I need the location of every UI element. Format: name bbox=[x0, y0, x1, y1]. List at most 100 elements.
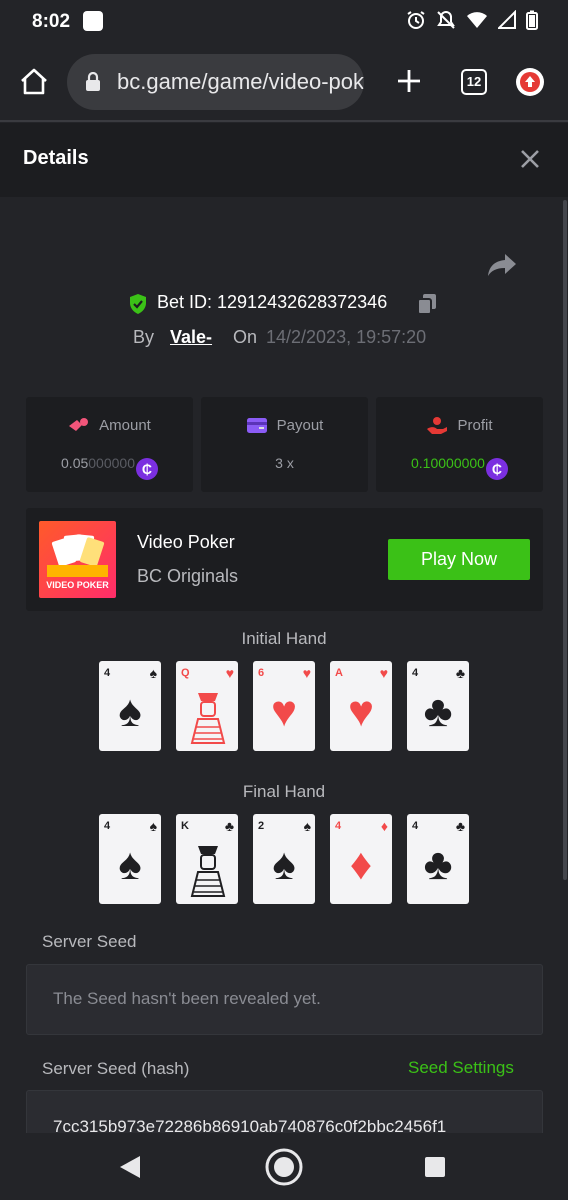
coin-icon: ₵ bbox=[135, 458, 158, 480]
bet-id: Bet ID: 12912432628372346 bbox=[157, 292, 388, 312]
mute-icon bbox=[437, 10, 455, 29]
card-suit-big-icon: ♥ bbox=[270, 687, 298, 736]
share-icon[interactable] bbox=[486, 252, 518, 278]
playing-card: Q ♥ bbox=[176, 661, 238, 751]
profit-value-dim: 0000000 bbox=[430, 455, 485, 471]
card-suit-big-icon: ♣ bbox=[423, 840, 453, 889]
game-card: VIDEO POKER Video Poker BC Originals Pla… bbox=[26, 508, 543, 611]
amount-header: Amount bbox=[26, 416, 193, 434]
user-link[interactable]: Vale- bbox=[170, 327, 212, 348]
card-suit-icon: ♣ bbox=[455, 818, 465, 834]
profit-label: Profit bbox=[457, 417, 493, 434]
card-rank: 4 bbox=[412, 820, 419, 832]
card-suit-big-icon: ♣ bbox=[423, 687, 453, 736]
card-suit-icon: ♥ bbox=[302, 665, 311, 681]
playing-card: K ♣ bbox=[176, 814, 238, 904]
back-icon[interactable] bbox=[118, 1154, 142, 1180]
card-suit-big-icon: ♦ bbox=[349, 840, 373, 889]
battery-icon bbox=[526, 10, 538, 30]
card-rank: 4 bbox=[104, 820, 111, 832]
final-hand-label: Final Hand bbox=[242, 782, 326, 801]
server-seed-hash-label: Server Seed (hash) bbox=[42, 1059, 190, 1078]
profit-value-main: 0.1 bbox=[411, 455, 431, 471]
coin-icon: ₵ bbox=[485, 458, 508, 480]
playing-card: A ♥ ♥ bbox=[330, 661, 392, 751]
card-suit-big-icon: ♠ bbox=[118, 687, 142, 736]
home-nav-icon[interactable] bbox=[264, 1147, 304, 1187]
recents-icon[interactable] bbox=[424, 1156, 446, 1178]
status-time: 8:02 bbox=[32, 11, 71, 32]
card-suit-icon: ♥ bbox=[225, 665, 234, 681]
notification-icon bbox=[83, 11, 103, 31]
profit-box: Profit 0.10000000 ₵ bbox=[376, 397, 543, 492]
profit-header: Profit bbox=[376, 416, 543, 434]
home-icon[interactable] bbox=[18, 66, 50, 98]
amount-label: Amount bbox=[99, 417, 151, 434]
payout-box: Payout 3 x bbox=[201, 397, 368, 492]
details-header: Details bbox=[0, 123, 568, 197]
alarm-icon bbox=[407, 11, 425, 29]
url-text: bc.game/game/video-poker bbox=[117, 69, 364, 94]
game-provider: BC Originals bbox=[137, 566, 239, 586]
face-card-figure-icon bbox=[190, 693, 226, 744]
wifi-icon bbox=[467, 12, 487, 28]
update-menu-icon[interactable] bbox=[516, 68, 544, 96]
copy-icon[interactable] bbox=[417, 293, 437, 315]
initial-hand-label: Initial Hand bbox=[241, 629, 327, 648]
game-thumb-text: VIDEO POKER bbox=[46, 580, 109, 590]
tab-switcher-button[interactable]: 12 bbox=[461, 69, 487, 95]
wallet-icon bbox=[246, 418, 267, 433]
server-seed-box: The Seed hasn't been revealed yet. bbox=[26, 964, 543, 1035]
card-suit-icon: ♣ bbox=[455, 665, 465, 681]
card-rank: 4 bbox=[412, 667, 419, 679]
server-seed-value: The Seed hasn't been revealed yet. bbox=[53, 989, 321, 1008]
amount-icon bbox=[69, 418, 89, 431]
payout-value: 3 x bbox=[275, 455, 294, 471]
lock-icon bbox=[86, 72, 100, 91]
payout-label: Payout bbox=[276, 417, 324, 434]
card-suit-icon: ♠ bbox=[149, 818, 157, 834]
details-title: Details bbox=[23, 147, 89, 169]
seed-settings-link[interactable]: Seed Settings bbox=[408, 1058, 514, 1078]
arrow-up-icon bbox=[520, 72, 540, 92]
play-now-button[interactable]: Play Now bbox=[388, 539, 530, 580]
close-icon[interactable] bbox=[517, 146, 543, 172]
on-label: On bbox=[233, 327, 258, 347]
screen: { "status": { "time": "8:02" }, "browser… bbox=[0, 0, 568, 1200]
card-rank: 6 bbox=[258, 667, 265, 679]
card-rank: Q bbox=[181, 667, 190, 679]
playing-card: 6 ♥ ♥ bbox=[253, 661, 315, 751]
card-suit-icon: ♣ bbox=[224, 818, 234, 834]
playing-card: 2 ♠ ♠ bbox=[253, 814, 315, 904]
url-bar[interactable]: bc.game/game/video-poker bbox=[67, 54, 364, 110]
card-suit-icon: ♠ bbox=[303, 818, 311, 834]
bet-date: 14/2/2023, 19:57:20 bbox=[266, 327, 427, 347]
face-card-figure-icon bbox=[190, 846, 226, 897]
card-rank: 4 bbox=[335, 820, 342, 832]
game-thumbnail[interactable]: VIDEO POKER bbox=[39, 521, 116, 598]
server-seed-label: Server Seed bbox=[42, 932, 137, 951]
signal-icon bbox=[498, 10, 516, 29]
card-suit-icon: ♥ bbox=[379, 665, 388, 681]
card-rank: K bbox=[181, 820, 189, 832]
browser-toolbar: bc.game/game/video-poker 12 bbox=[0, 42, 568, 122]
amount-box: Amount 0.05000000 ₵ bbox=[26, 397, 193, 492]
card-suit-icon: ♦ bbox=[380, 818, 388, 834]
card-rank: 2 bbox=[258, 820, 265, 832]
shield-check-icon bbox=[130, 294, 146, 314]
scrollbar[interactable] bbox=[563, 200, 567, 880]
card-suit-big-icon: ♠ bbox=[118, 840, 142, 889]
card-rank: A bbox=[335, 667, 343, 679]
new-tab-icon[interactable] bbox=[394, 66, 424, 96]
payout-header: Payout bbox=[201, 416, 368, 434]
card-suit-icon: ♠ bbox=[149, 665, 157, 681]
card-suit-big-icon: ♥ bbox=[347, 687, 375, 736]
playing-card: 4 ♣ ♣ bbox=[407, 661, 469, 751]
amount-value-dim: 000000 bbox=[88, 455, 135, 471]
card-rank: 4 bbox=[104, 667, 111, 679]
playing-card: 4 ♣ ♣ bbox=[407, 814, 469, 904]
system-nav-bar bbox=[0, 1133, 568, 1200]
playing-card: 4 ♠ ♠ bbox=[99, 814, 161, 904]
game-name: Video Poker bbox=[137, 532, 235, 552]
profit-hand-icon bbox=[427, 417, 448, 434]
